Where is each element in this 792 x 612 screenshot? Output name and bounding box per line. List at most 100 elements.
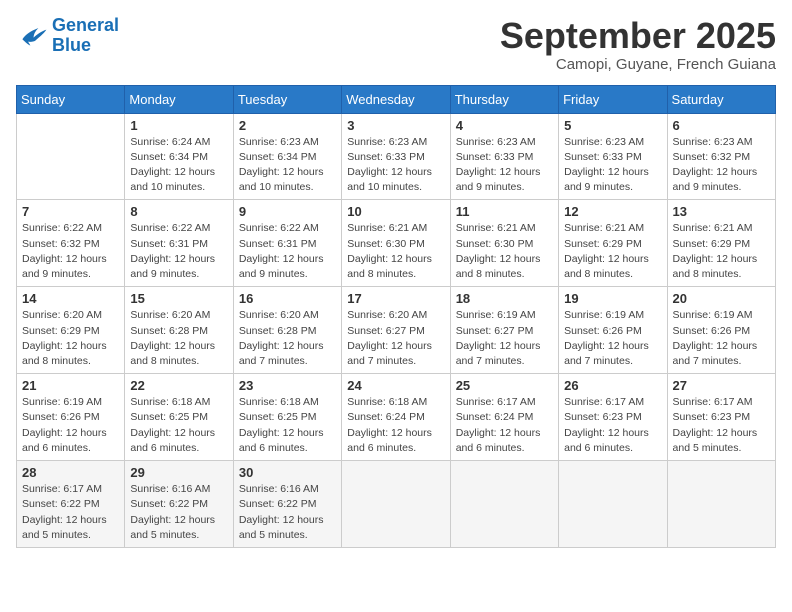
calendar-cell: 28 Sunrise: 6:17 AM Sunset: 6:22 PM Dayli… [17, 461, 125, 548]
calendar-cell: 2 Sunrise: 6:23 AM Sunset: 6:34 PM Daylig… [233, 113, 341, 200]
day-number: 22 [130, 378, 227, 393]
weekday-header-saturday: Saturday [667, 85, 775, 113]
day-number: 11 [456, 204, 553, 219]
calendar-cell: 19Sunrise: 6:19 AM Sunset: 6:26 PM Dayli… [559, 287, 667, 374]
day-number: 14 [22, 291, 119, 306]
day-number: 12 [564, 204, 661, 219]
day-number: 28 [22, 465, 119, 480]
day-number: 9 [239, 204, 336, 219]
calendar-cell: 26 Sunrise: 6:17 AM Sunset: 6:23 PM Dayli… [559, 374, 667, 461]
weekday-header-thursday: Thursday [450, 85, 558, 113]
calendar-cell: 29 Sunrise: 6:16 AM Sunset: 6:22 PM Dayli… [125, 461, 233, 548]
day-info: Sunrise: 6:17 AM Sunset: 6:24 PM Dayligh… [456, 395, 553, 456]
day-number: 3 [347, 118, 444, 133]
calendar-cell [17, 113, 125, 200]
calendar-cell [559, 461, 667, 548]
day-info: Sunrise: 6:20 AM Sunset: 6:27 PM Dayligh… [347, 308, 444, 369]
day-number: 16 [239, 291, 336, 306]
day-info: Sunrise: 6:18 AM Sunset: 6:25 PM Dayligh… [239, 395, 336, 456]
day-info: Sunrise: 6:22 AM Sunset: 6:31 PM Dayligh… [239, 221, 336, 282]
day-number: 13 [673, 204, 770, 219]
calendar-cell: 11Sunrise: 6:21 AM Sunset: 6:30 PM Dayli… [450, 200, 558, 287]
calendar-table: SundayMondayTuesdayWednesdayThursdayFrid… [16, 85, 776, 548]
weekday-header-sunday: Sunday [17, 85, 125, 113]
day-number: 6 [673, 118, 770, 133]
weekday-header-friday: Friday [559, 85, 667, 113]
calendar-cell: 15 Sunrise: 6:20 AM Sunset: 6:28 PM Dayli… [125, 287, 233, 374]
day-number: 26 [564, 378, 661, 393]
calendar-cell: 20 Sunrise: 6:19 AM Sunset: 6:26 PM Dayli… [667, 287, 775, 374]
calendar-cell: 23Sunrise: 6:18 AM Sunset: 6:25 PM Dayli… [233, 374, 341, 461]
day-info: Sunrise: 6:21 AM Sunset: 6:29 PM Dayligh… [564, 221, 661, 282]
calendar-cell: 18Sunrise: 6:19 AM Sunset: 6:27 PM Dayli… [450, 287, 558, 374]
day-info: Sunrise: 6:16 AM Sunset: 6:22 PM Dayligh… [239, 482, 336, 543]
calendar-cell: 5 Sunrise: 6:23 AM Sunset: 6:33 PM Daylig… [559, 113, 667, 200]
day-number: 29 [130, 465, 227, 480]
day-info: Sunrise: 6:17 AM Sunset: 6:23 PM Dayligh… [673, 395, 770, 456]
title-block: September 2025 Camopi, Guyane, French Gu… [500, 16, 776, 73]
calendar-week-row: 21 Sunrise: 6:19 AM Sunset: 6:26 PM Dayli… [17, 374, 776, 461]
logo: General Blue [16, 16, 119, 56]
day-info: Sunrise: 6:23 AM Sunset: 6:33 PM Dayligh… [456, 135, 553, 196]
calendar-cell: 17 Sunrise: 6:20 AM Sunset: 6:27 PM Dayli… [342, 287, 450, 374]
day-number: 17 [347, 291, 444, 306]
day-info: Sunrise: 6:18 AM Sunset: 6:25 PM Dayligh… [130, 395, 227, 456]
calendar-cell: 7 Sunrise: 6:22 AM Sunset: 6:32 PM Daylig… [17, 200, 125, 287]
day-info: Sunrise: 6:19 AM Sunset: 6:27 PM Dayligh… [456, 308, 553, 369]
month-title: September 2025 [500, 16, 776, 56]
day-info: Sunrise: 6:17 AM Sunset: 6:22 PM Dayligh… [22, 482, 119, 543]
day-info: Sunrise: 6:24 AM Sunset: 6:34 PM Dayligh… [130, 135, 227, 196]
day-number: 20 [673, 291, 770, 306]
day-info: Sunrise: 6:18 AM Sunset: 6:24 PM Dayligh… [347, 395, 444, 456]
day-number: 4 [456, 118, 553, 133]
logo-line2: Blue [52, 35, 91, 55]
calendar-cell [667, 461, 775, 548]
day-info: Sunrise: 6:22 AM Sunset: 6:32 PM Dayligh… [22, 221, 119, 282]
logo-line1: General [52, 15, 119, 35]
weekday-header-wednesday: Wednesday [342, 85, 450, 113]
calendar-cell [450, 461, 558, 548]
day-number: 2 [239, 118, 336, 133]
calendar-cell: 27 Sunrise: 6:17 AM Sunset: 6:23 PM Dayli… [667, 374, 775, 461]
calendar-week-row: 7 Sunrise: 6:22 AM Sunset: 6:32 PM Daylig… [17, 200, 776, 287]
day-number: 7 [22, 204, 119, 219]
calendar-week-row: 28 Sunrise: 6:17 AM Sunset: 6:22 PM Dayli… [17, 461, 776, 548]
calendar-week-row: 1 Sunrise: 6:24 AM Sunset: 6:34 PM Daylig… [17, 113, 776, 200]
day-info: Sunrise: 6:19 AM Sunset: 6:26 PM Dayligh… [22, 395, 119, 456]
calendar-cell [342, 461, 450, 548]
day-number: 30 [239, 465, 336, 480]
page-header: General Blue September 2025 Camopi, Guya… [16, 16, 776, 73]
day-info: Sunrise: 6:19 AM Sunset: 6:26 PM Dayligh… [673, 308, 770, 369]
day-number: 15 [130, 291, 227, 306]
day-info: Sunrise: 6:23 AM Sunset: 6:34 PM Dayligh… [239, 135, 336, 196]
day-info: Sunrise: 6:21 AM Sunset: 6:29 PM Dayligh… [673, 221, 770, 282]
day-info: Sunrise: 6:16 AM Sunset: 6:22 PM Dayligh… [130, 482, 227, 543]
day-number: 5 [564, 118, 661, 133]
calendar-cell: 12 Sunrise: 6:21 AM Sunset: 6:29 PM Dayli… [559, 200, 667, 287]
day-info: Sunrise: 6:22 AM Sunset: 6:31 PM Dayligh… [130, 221, 227, 282]
day-info: Sunrise: 6:23 AM Sunset: 6:33 PM Dayligh… [564, 135, 661, 196]
calendar-cell: 1 Sunrise: 6:24 AM Sunset: 6:34 PM Daylig… [125, 113, 233, 200]
day-number: 8 [130, 204, 227, 219]
calendar-cell: 30 Sunrise: 6:16 AM Sunset: 6:22 PM Dayli… [233, 461, 341, 548]
day-info: Sunrise: 6:20 AM Sunset: 6:28 PM Dayligh… [130, 308, 227, 369]
day-info: Sunrise: 6:23 AM Sunset: 6:32 PM Dayligh… [673, 135, 770, 196]
day-info: Sunrise: 6:21 AM Sunset: 6:30 PM Dayligh… [347, 221, 444, 282]
calendar-cell: 22 Sunrise: 6:18 AM Sunset: 6:25 PM Dayli… [125, 374, 233, 461]
calendar-cell: 16Sunrise: 6:20 AM Sunset: 6:28 PM Dayli… [233, 287, 341, 374]
calendar-cell: 24Sunrise: 6:18 AM Sunset: 6:24 PM Dayli… [342, 374, 450, 461]
calendar-cell: 13 Sunrise: 6:21 AM Sunset: 6:29 PM Dayli… [667, 200, 775, 287]
calendar-week-row: 14 Sunrise: 6:20 AM Sunset: 6:29 PM Dayli… [17, 287, 776, 374]
day-info: Sunrise: 6:17 AM Sunset: 6:23 PM Dayligh… [564, 395, 661, 456]
day-number: 10 [347, 204, 444, 219]
calendar-header-row: SundayMondayTuesdayWednesdayThursdayFrid… [17, 85, 776, 113]
logo-text: General Blue [52, 16, 119, 56]
day-number: 27 [673, 378, 770, 393]
day-number: 21 [22, 378, 119, 393]
day-info: Sunrise: 6:20 AM Sunset: 6:29 PM Dayligh… [22, 308, 119, 369]
day-info: Sunrise: 6:23 AM Sunset: 6:33 PM Dayligh… [347, 135, 444, 196]
calendar-cell: 4 Sunrise: 6:23 AM Sunset: 6:33 PM Daylig… [450, 113, 558, 200]
calendar-cell: 21 Sunrise: 6:19 AM Sunset: 6:26 PM Dayli… [17, 374, 125, 461]
day-number: 1 [130, 118, 227, 133]
logo-icon [16, 20, 48, 52]
